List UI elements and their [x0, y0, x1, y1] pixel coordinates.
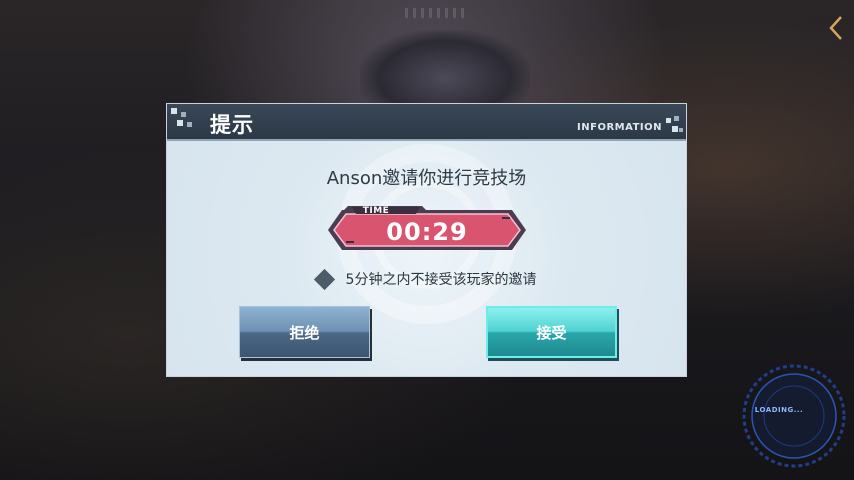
notice-row: 5分钟之内不接受该玩家的邀请 — [167, 268, 686, 290]
reject-button[interactable]: 拒绝 — [239, 306, 370, 358]
diamond-icon — [313, 268, 335, 290]
chevron-left-icon[interactable] — [826, 14, 846, 42]
timer-value: 00:29 — [386, 218, 468, 246]
header-pixel-decoration-icon — [666, 116, 684, 136]
countdown-timer: TIME 00:29 — [326, 204, 528, 252]
header-pixel-decoration-icon — [171, 108, 197, 134]
invite-message: Anson邀请你进行竞技场 — [326, 168, 527, 189]
dialog-header: 提示 INFORMATION — [167, 104, 686, 141]
timer-label: TIME — [362, 206, 390, 216]
accept-button[interactable]: 接受 — [486, 306, 617, 358]
loading-indicator: LOADING... — [740, 362, 848, 470]
header-info-tag: INFORMATION — [577, 122, 662, 133]
background-mech-silhouette — [360, 30, 530, 110]
loading-label: LOADING... — [754, 406, 804, 414]
background-decoration — [405, 8, 465, 18]
dialog-title: 提示 — [210, 113, 254, 137]
notice-text: 5分钟之内不接受该玩家的邀请 — [345, 272, 537, 288]
invite-dialog: 提示 INFORMATION Anson邀请你进行竞技场 TIME 00:29 … — [166, 103, 687, 377]
